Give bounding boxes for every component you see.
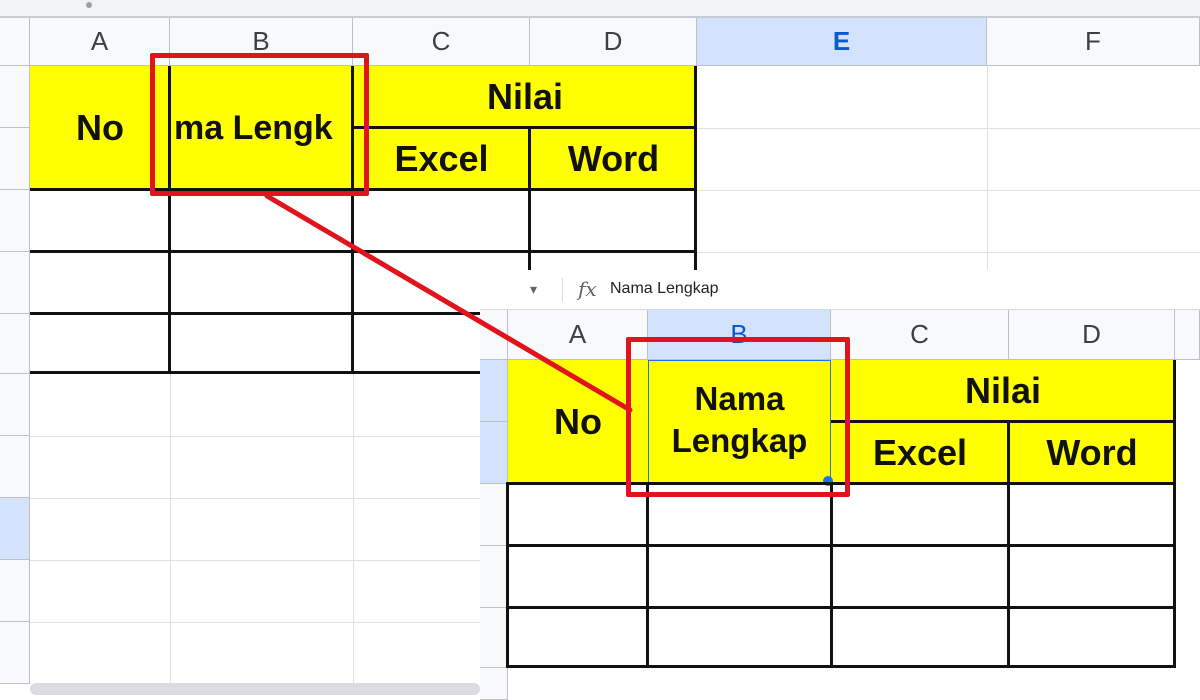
annotation-arrow xyxy=(264,193,633,413)
